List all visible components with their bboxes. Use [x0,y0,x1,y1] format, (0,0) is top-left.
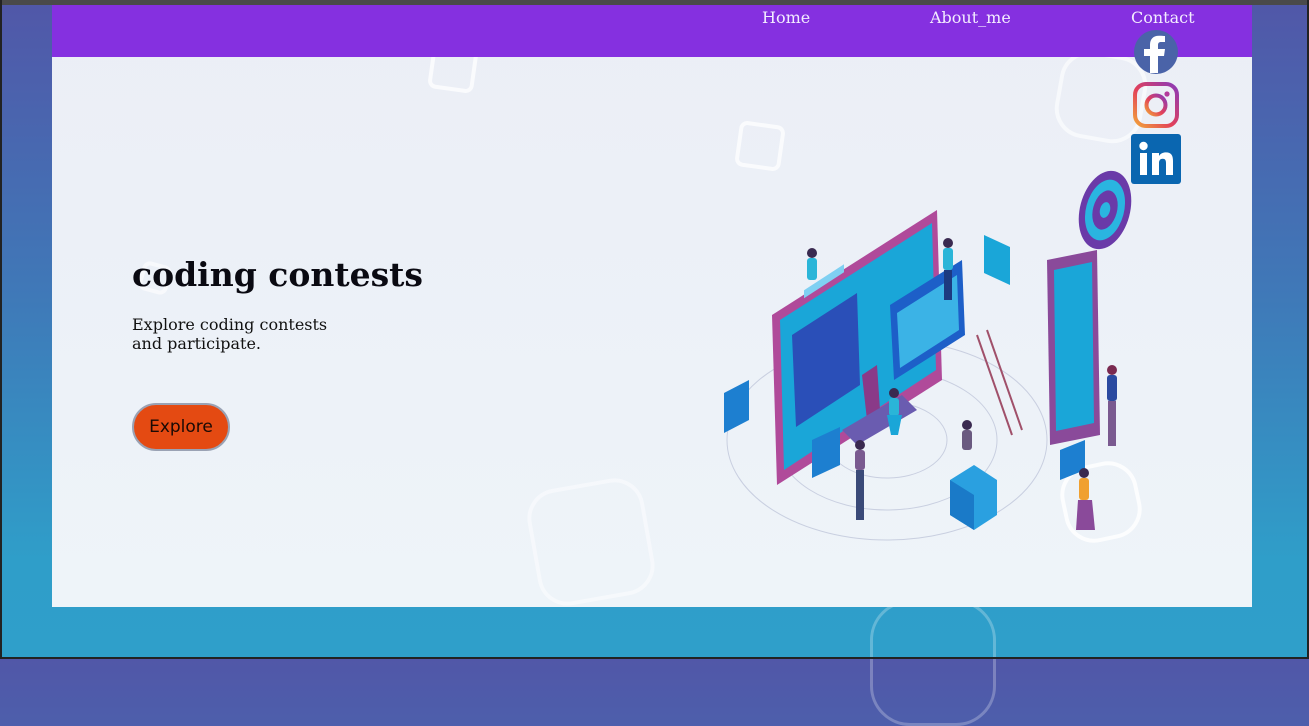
decor-square [522,473,660,607]
nav-link-home[interactable]: Home [762,8,810,27]
window-frame-left [0,0,2,659]
facebook-icon[interactable] [1131,27,1181,77]
nav-link-contact[interactable]: Contact [1131,8,1195,27]
isometric-developer-illustration [724,170,1132,541]
hero-description: Explore coding contests and participate. [132,315,328,353]
top-navbar: Home About_me Contact [52,5,1252,57]
decor-outline-bottom [870,600,996,726]
hero-title: coding contests [132,255,424,294]
nav-link-about[interactable]: About_me [930,8,1011,27]
hero-card: Home About_me Contact coding contests Ex… [52,5,1252,607]
instagram-icon[interactable] [1131,80,1181,130]
explore-button[interactable]: Explore [132,403,230,451]
